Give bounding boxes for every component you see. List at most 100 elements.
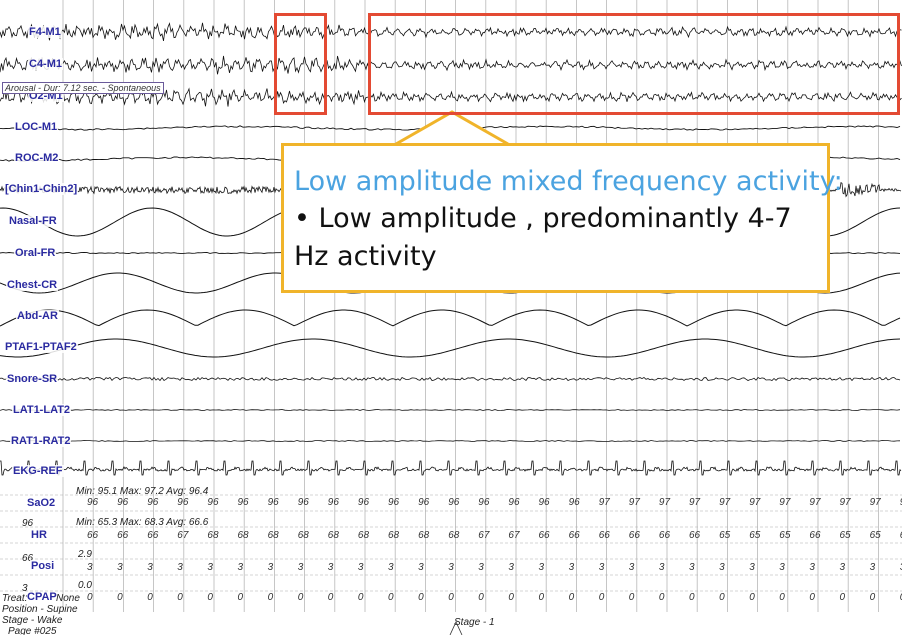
ptaf-trace: [0, 338, 901, 358]
cpap-value: 0: [478, 592, 484, 603]
hr-value: 65: [870, 530, 882, 541]
channel-label-oral[interactable]: Oral-FR: [14, 247, 57, 259]
channel-label-roc[interactable]: ROC-M2: [14, 152, 60, 164]
cpap-value: 0: [388, 592, 394, 603]
hr-value: 68: [328, 530, 340, 541]
cpap-value: 0: [599, 592, 605, 603]
sao2-value: 97: [629, 497, 641, 508]
channel-label-sao2[interactable]: SaO2: [26, 497, 57, 509]
stage-1-label: Stage - 1: [454, 617, 495, 628]
sao2-value: 96: [569, 497, 581, 508]
hr-value: 68: [358, 530, 370, 541]
hr-value: 68: [388, 530, 400, 541]
cpap-scale-top: 0.0: [78, 580, 92, 591]
hr-value: 66: [87, 530, 99, 541]
sao2-value: 96: [448, 497, 460, 508]
hr-value: 65: [840, 530, 852, 541]
stage-wake-label: Stage - Wake: [2, 615, 63, 626]
cpap-value: 0: [358, 592, 364, 603]
highlight-box-right: [368, 13, 900, 115]
channel-label-posi[interactable]: Posi: [30, 560, 56, 572]
sao2-value: 96: [268, 497, 280, 508]
posi-value: 3: [779, 562, 785, 573]
channel-label-snore[interactable]: Snore-SR: [6, 373, 59, 385]
hr-value: 68: [238, 530, 250, 541]
hr-value: 68: [268, 530, 280, 541]
cpap-value: 0: [448, 592, 454, 603]
cpap-value: 0: [569, 592, 575, 603]
hr-scale-top: 96: [22, 518, 34, 529]
callout-pointer: [395, 110, 509, 146]
hr-value: 68: [448, 530, 460, 541]
channel-label-chest[interactable]: Chest-CR: [6, 279, 59, 291]
hr-value: 66: [629, 530, 641, 541]
cpap-value: 0: [87, 592, 93, 603]
cpap-value: 0: [809, 592, 815, 603]
hr-stats: Min: 65.3 Max: 68.3 Avg: 66.6: [76, 517, 209, 528]
posi-value: 3: [870, 562, 876, 573]
sao2-value: 97: [809, 497, 821, 508]
callout-body: • Low amplitude , predominantly 4-7 Hz a…: [294, 203, 792, 272]
treat-mode: None: [56, 593, 80, 604]
posi-value: 3: [87, 562, 93, 573]
hr-value: 68: [298, 530, 310, 541]
sao2-value: 97: [719, 497, 731, 508]
channel-label-rat[interactable]: RAT1-RAT2: [10, 435, 72, 447]
posi-value: 3: [719, 562, 725, 573]
cpap-value: 0: [298, 592, 304, 603]
hr-value: 66: [147, 530, 159, 541]
channel-label-cpap[interactable]: CPAP: [26, 591, 58, 603]
cpap-value: 0: [177, 592, 183, 603]
cpap-value: 0: [328, 592, 334, 603]
channel-label-c4[interactable]: C4-M1: [28, 58, 64, 70]
channel-label-ptaf[interactable]: PTAF1-PTAF2: [4, 341, 78, 353]
cpap-value: 0: [539, 592, 545, 603]
hr-value: 66: [599, 530, 611, 541]
channel-label-f4[interactable]: F4-M1: [28, 26, 62, 38]
posi-value: 3: [268, 562, 274, 573]
cpap-value: 0: [749, 592, 755, 603]
posi-value: 3: [177, 562, 183, 573]
sao2-value: 96: [418, 497, 430, 508]
snore-trace: [0, 376, 901, 382]
cpap-value: 0: [870, 592, 876, 603]
sao2-value: 97: [870, 497, 882, 508]
cpap-value: 0: [207, 592, 213, 603]
leg-trace-0: [0, 409, 901, 411]
hr-value: 67: [177, 530, 189, 541]
posi-value: 3: [539, 562, 545, 573]
cpap-value: 0: [117, 592, 123, 603]
channel-label-ekg[interactable]: EKG-REF: [12, 465, 64, 477]
annotation-callout: Low amplitude mixed frequency activity: …: [281, 143, 843, 293]
cpap-value: 0: [840, 592, 846, 603]
cpap-value: 0: [418, 592, 424, 603]
sao2-value: 96: [207, 497, 219, 508]
cpap-value: 0: [659, 592, 665, 603]
channel-label-lat[interactable]: LAT1-LAT2: [12, 404, 72, 416]
channel-label-abd[interactable]: Abd-AR: [16, 310, 59, 322]
channel-label-hr[interactable]: HR: [30, 529, 48, 541]
sao2-value: 97: [779, 497, 791, 508]
channel-label-loc[interactable]: LOC-M1: [14, 121, 59, 133]
sao2-value: 97: [689, 497, 701, 508]
posi-value: 3: [629, 562, 635, 573]
sao2-value: 97: [749, 497, 761, 508]
posi-value: 3: [388, 562, 394, 573]
cpap-value: 0: [779, 592, 785, 603]
ekg-trace: [0, 460, 902, 476]
hr-value: 65: [719, 530, 731, 541]
hr-value: 68: [418, 530, 430, 541]
channel-label-chin[interactable]: [Chin1-Chin2]: [4, 183, 79, 195]
channel-label-nasal[interactable]: Nasal-FR: [8, 215, 58, 227]
cpap-value: 0: [719, 592, 725, 603]
posi-value: 3: [358, 562, 364, 573]
arousal-event-label[interactable]: Arousal - Dur: 7.12 sec. - Spontaneous: [2, 82, 164, 94]
posi-value: 3: [418, 562, 424, 573]
cpap-value: 0: [268, 592, 274, 603]
hr-value: 67: [478, 530, 490, 541]
sao2-value: 96: [358, 497, 370, 508]
hr-value: 66: [539, 530, 551, 541]
sao2-value: 96: [508, 497, 520, 508]
posi-value: 3: [328, 562, 334, 573]
hr-value: 65: [779, 530, 791, 541]
